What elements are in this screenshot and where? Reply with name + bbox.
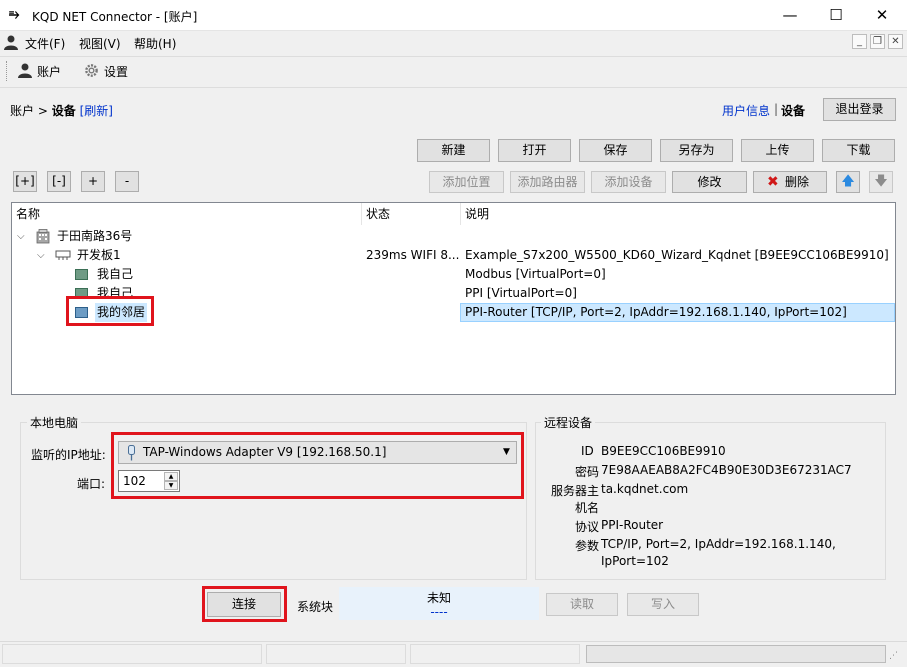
status-field <box>2 644 262 664</box>
add-router-button[interactable]: 添加路由器 <box>510 171 585 193</box>
remote-group-title: 远程设备 <box>541 414 596 431</box>
row-name: 于田南路36号 <box>57 229 133 243</box>
tree-row-location[interactable]: ⌵ 于田南路36号 <box>12 227 895 246</box>
mdi-minimize-button[interactable]: _ <box>852 34 867 49</box>
logo-icon: ⥱ <box>9 7 20 22</box>
link-separator: | <box>774 102 779 116</box>
menu-help[interactable]: 帮助(H) <box>134 35 176 52</box>
row-desc: PPI-Router [TCP/IP, Port=2, IpAddr=192.1… <box>465 305 847 319</box>
row-status: 239ms WIFI 8... <box>366 248 460 262</box>
modify-button[interactable]: 修改 <box>672 171 747 193</box>
highlight-box <box>66 296 154 326</box>
toolbar-account[interactable]: 账户 <box>37 63 61 80</box>
row-name: 开发板1 <box>77 248 121 262</box>
breadcrumb-root[interactable]: 账户 <box>10 104 34 118</box>
menu-file[interactable]: 文件(F) <box>25 35 65 52</box>
toolbar-grip <box>6 61 8 81</box>
remote-id-value: B9EE9CC106BE9910 <box>601 444 726 458</box>
port-label: 端口: <box>77 477 106 491</box>
gear-icon[interactable] <box>84 63 99 78</box>
add-location-button[interactable]: 添加位置 <box>429 171 504 193</box>
progress-bar <box>586 645 886 663</box>
read-button[interactable]: 读取 <box>546 593 618 616</box>
breadcrumb-current: 设备 <box>51 104 76 118</box>
column-name[interactable]: 名称 <box>12 203 362 225</box>
logout-button[interactable]: 退出登录 <box>823 98 896 121</box>
remote-params-value: TCP/IP, Port=2, IpAddr=192.168.1.140, <box>601 537 836 551</box>
save-button[interactable]: 保存 <box>579 139 652 162</box>
open-button[interactable]: 打开 <box>498 139 571 162</box>
column-desc[interactable]: 说明 <box>461 203 895 225</box>
remote-id-label: ID <box>581 444 594 458</box>
building-icon <box>36 229 50 244</box>
tree-row-device[interactable]: 我自己 Modbus [VirtualPort=0] <box>12 265 895 284</box>
user-info-link[interactable]: 用户信息 <box>722 102 770 119</box>
remote-params-label: 参数 <box>575 539 600 553</box>
toolbar-settings[interactable]: 设置 <box>104 63 128 80</box>
breadcrumb-separator: > <box>37 104 48 118</box>
account-icon[interactable] <box>17 62 33 78</box>
add-device-button[interactable]: 添加设备 <box>591 171 666 193</box>
remote-server-label: 服务器主 <box>551 484 600 498</box>
status-unknown: 未知 <box>426 591 451 605</box>
move-up-button[interactable]: 🡅 <box>836 171 860 193</box>
collapse-all-button[interactable]: [-] <box>47 171 71 192</box>
remote-protocol-value: PPI-Router <box>601 518 664 532</box>
delete-label: 删除 <box>784 175 809 189</box>
remote-server-value: ta.kqdnet.com <box>601 482 689 496</box>
status-dashes: ---- <box>430 605 448 619</box>
mdi-restore-button[interactable]: ❐ <box>870 34 885 49</box>
system-block-status: 未知 ---- <box>339 587 539 620</box>
ip-label: 监听的IP地址: <box>31 448 106 462</box>
user-icon <box>4 35 18 50</box>
board-icon <box>55 250 71 260</box>
collapse-button[interactable]: - <box>115 171 139 192</box>
remote-pwd-label: 密码 <box>575 465 600 479</box>
download-button[interactable]: 下载 <box>822 139 895 162</box>
remote-pwd-value: 7E98AAEAB8A2FC4B90E30D3E67231AC7 <box>601 463 852 477</box>
upload-button[interactable]: 上传 <box>741 139 814 162</box>
chevron-down-icon[interactable]: ⌵ <box>17 227 25 246</box>
devices-link[interactable]: 设备 <box>781 102 805 119</box>
row-desc: Modbus [VirtualPort=0] <box>465 267 606 281</box>
column-status[interactable]: 状态 <box>362 203 461 225</box>
save-as-button[interactable]: 另存为 <box>660 139 733 162</box>
maximize-button[interactable]: ☐ <box>813 0 859 31</box>
arrow-down-icon: 🡇 <box>874 174 888 189</box>
toolbar <box>0 56 907 88</box>
status-field <box>266 644 406 664</box>
expand-button[interactable]: + <box>81 171 105 192</box>
tree-row-board[interactable]: ⌵ 开发板1 239ms WIFI 8... Example_S7x200_W5… <box>12 246 895 265</box>
new-button[interactable]: 新建 <box>417 139 490 162</box>
resize-grip[interactable]: ⋰ <box>889 648 905 664</box>
highlight-box <box>111 432 524 499</box>
window-title: KQD NET Connector - [账户] <box>32 10 198 24</box>
breadcrumb: 账户 > 设备 [刷新] <box>10 102 113 119</box>
row-desc: Example_S7x200_W5500_KD60_Wizard_Kqdnet … <box>465 248 889 262</box>
remote-params-value-cont: IpPort=102 <box>601 554 669 568</box>
delete-icon: ✖ <box>767 174 779 190</box>
row-name: 我自己 <box>97 267 134 281</box>
close-button[interactable]: ✕ <box>859 0 905 31</box>
remote-protocol-label: 协议 <box>575 520 600 534</box>
expand-all-button[interactable]: [+] <box>13 171 37 192</box>
device-icon <box>75 269 88 280</box>
status-field <box>410 644 580 664</box>
delete-button[interactable]: ✖ 删除 <box>753 171 827 193</box>
system-block-label: 系统块 <box>297 600 334 614</box>
menu-view[interactable]: 视图(V) <box>79 35 121 52</box>
refresh-link[interactable]: [刷新] <box>80 104 113 118</box>
mdi-close-button[interactable]: ✕ <box>888 34 903 49</box>
remote-host-label: 机名 <box>575 501 600 515</box>
minimize-button[interactable]: — <box>767 0 813 31</box>
arrow-up-icon: 🡅 <box>841 174 855 189</box>
chevron-down-icon[interactable]: ⌵ <box>37 246 45 265</box>
highlight-box <box>202 586 287 622</box>
row-desc: PPI [VirtualPort=0] <box>465 286 577 300</box>
move-down-button[interactable]: 🡇 <box>869 171 893 193</box>
local-group-title: 本地电脑 <box>27 414 82 431</box>
write-button[interactable]: 写入 <box>627 593 699 616</box>
